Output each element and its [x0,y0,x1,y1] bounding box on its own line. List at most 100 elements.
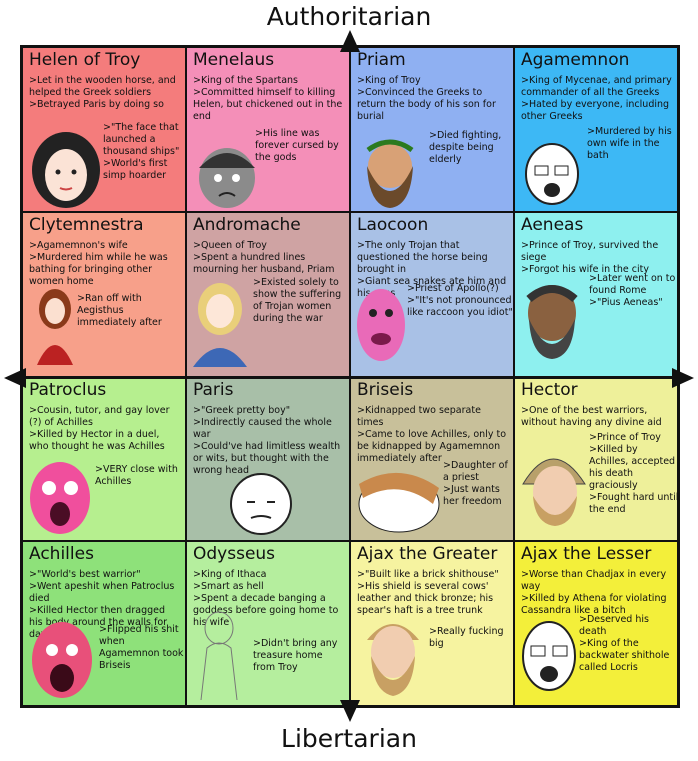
cell-extra: >Priest of Apollo(?) >"It's not pronounc… [407,283,513,319]
cell-extra: >Really fucking big [429,626,513,650]
description-line: >Murdered him while he was bathing for b… [29,251,168,287]
cell-aeneas: Aeneas >Prince of Troy, survived the sie… [514,211,678,377]
cell-name: Ajax the Lesser [521,544,652,565]
pink-screaming-face-icon [30,461,90,534]
cell-description: >King of the Spartans >Committed himself… [193,75,345,123]
extra-line: >Ran off with Aegisthus immediately afte… [77,292,162,328]
description-line: >"World's best warrior" [29,569,141,581]
axis-label-top: Authoritarian [266,2,432,31]
extra-line: >Existed solely to show the suffering of… [253,276,342,324]
extra-line: >His line was forever cursed by the gods [255,128,339,163]
description-line: >King of Mycenae, and primary commander … [521,75,672,98]
extra-line: >Later went on to found Rome [589,272,676,296]
cell-clytemnestra: Clytemnestra >Agamemnon's wife >Murdered… [22,211,186,377]
extra-line: >Killed by Achilles, accepted his death … [589,443,676,491]
extra-line: >Fought hard until the end [589,491,678,515]
cell-description: >Kidnapped two separate times >Came to l… [357,405,509,465]
horizontal-axis [10,377,688,379]
description-line: >Indirectly caused the whole war [193,416,332,440]
cell-odysseus: Odysseus >King of Ithaca >Smart as hell … [186,541,350,706]
cell-name: Hector [521,379,578,400]
cell-description: >Let in the wooden horse, and helped the… [29,75,181,111]
cell-priam: Priam >King of Troy >Convinced the Greek… [350,47,514,212]
extra-line: >Prince of Troy [589,431,661,443]
description-line: >Killed by Hector in a duel, who thought… [29,428,165,452]
description-line: >One of the best warriors, without havin… [521,404,662,428]
cell-description: >"Greek pretty boy" >Indirectly caused t… [193,405,345,477]
extra-line: >Didn't bring any treasure home from Tro… [253,638,338,674]
extra-line: >Really fucking big [429,626,504,650]
cell-ajax-the-lesser: Ajax the Lesser >Worse than Chadjax in e… [514,541,678,706]
axis-label-bottom: Libertarian [281,724,417,753]
pink-screaming-face-icon [32,622,92,699]
cell-description: >Cousin, tutor, and gay lover (?) of Ach… [29,405,181,453]
woman-face-icon [32,132,100,208]
cell-helen: Helen of Troy >Let in the wooden horse, … [22,47,186,212]
description-line: >Betrayed Paris by doing so [29,99,164,110]
cell-description: >Worse than Chadjax in every way >Killed… [521,569,673,617]
cell-extra: >"The face that launched a thousand ship… [103,122,183,182]
cell-name: Paris [193,379,234,400]
extra-line: >Flipped his shit when Agamemnon took Br… [99,624,184,672]
cell-extra: >Later went on to found Rome >"Pius Aene… [589,272,677,309]
extra-line: >World's first simp hoarder [103,158,168,181]
cell-name: Patroclus [29,379,107,400]
description-line: >Cousin, tutor, and gay lover (?) of Ach… [29,404,170,428]
extra-line: >Daughter of a priest [443,459,508,483]
description-line: >Prince of Troy, survived the siege [521,239,659,263]
bearded-king-face-icon [366,139,414,208]
description-line: >"Greek pretty boy" [193,404,291,416]
description-line: >Kidnapped two separate times [357,404,481,428]
cell-achilles: Achilles >"World's best warrior" >Went a… [22,541,186,706]
description-line: >Smart as hell [193,581,264,593]
extra-line: >Murdered by his own wife in the bath [587,126,672,161]
extra-line: >King of the backwater shithole called L… [579,638,670,674]
blonde-woman-icon [193,282,247,367]
cell-hector: Hector >One of the best warriors, withou… [514,376,678,542]
cell-extra: >Deserved his death >King of the backwat… [579,614,677,674]
cell-name: Achilles [29,544,94,565]
extra-line: >Just wants her freedom [443,483,502,507]
cell-agamemnon: Agamemnon >King of Mycenae, and primary … [514,47,678,212]
cell-extra: >Daughter of a priest >Just wants her fr… [443,460,513,508]
cell-briseis: Briseis >Kidnapped two separate times >C… [350,376,514,542]
cell-description: >King of Troy >Convinced the Greeks to r… [357,75,509,123]
cell-name: Priam [357,50,406,70]
helmeted-chad-face-icon [522,458,586,526]
description-line: >Convinced the Greeks to return the body… [357,87,496,122]
cell-extra: >VERY close with Achilles [95,464,185,488]
cell-laocoon: Laocoon >The only Trojan that questioned… [350,211,514,377]
cell-name: Odysseus [193,544,276,565]
description-line: >Agamemnon's wife [29,239,128,251]
arrow-right-icon [672,368,694,388]
cell-paris: Paris >"Greek pretty boy" >Indirectly ca… [186,376,350,542]
description-line: >Went apeshit when Patroclus died [29,581,175,605]
cell-menelaus: Menelaus >King of the Spartans >Committe… [186,47,350,212]
description-line: >Hated by everyone, including other Gree… [521,99,670,122]
arrow-left-icon [4,368,26,388]
description-line: >King of Ithaca [193,569,267,581]
cell-extra: >Didn't bring any treasure home from Tro… [253,638,347,674]
cell-extra: >Prince of Troy >Killed by Achilles, acc… [589,431,678,516]
extra-line: >"It's not pronounced like raccoon you i… [407,294,513,318]
cell-extra: >Murdered by his own wife in the bath [587,126,677,162]
cell-name: Clytemnestra [29,214,144,235]
cell-description: >King of Mycenae, and primary commander … [521,75,673,123]
description-line: >"Built like a brick shithouse" [357,569,499,581]
cell-name: Andromache [193,214,301,235]
cell-name: Briseis [357,379,414,400]
cell-description: >Prince of Troy, survived the siege >For… [521,240,673,276]
cell-description: >"Built like a brick shithouse" >His shi… [357,569,509,617]
cell-description: >Agamemnon's wife >Murdered him while he… [29,240,181,288]
smug-wojak-face-icon [230,472,292,535]
extra-line: >VERY close with Achilles [95,463,178,487]
extra-line: >Died fighting, despite being elderly [429,130,502,165]
cell-name: Ajax the Greater [357,544,498,565]
crying-wojak-face-icon [525,143,579,205]
cell-extra: >Ran off with Aegisthus immediately afte… [77,293,185,329]
description-line: >The only Trojan that questioned the hor… [357,239,488,275]
description-line: >King of Troy [357,75,421,86]
sad-woman-lying-icon [358,472,440,532]
cell-name: Agamemnon [521,50,630,70]
cell-description: >One of the best warriors, without havin… [521,405,673,429]
